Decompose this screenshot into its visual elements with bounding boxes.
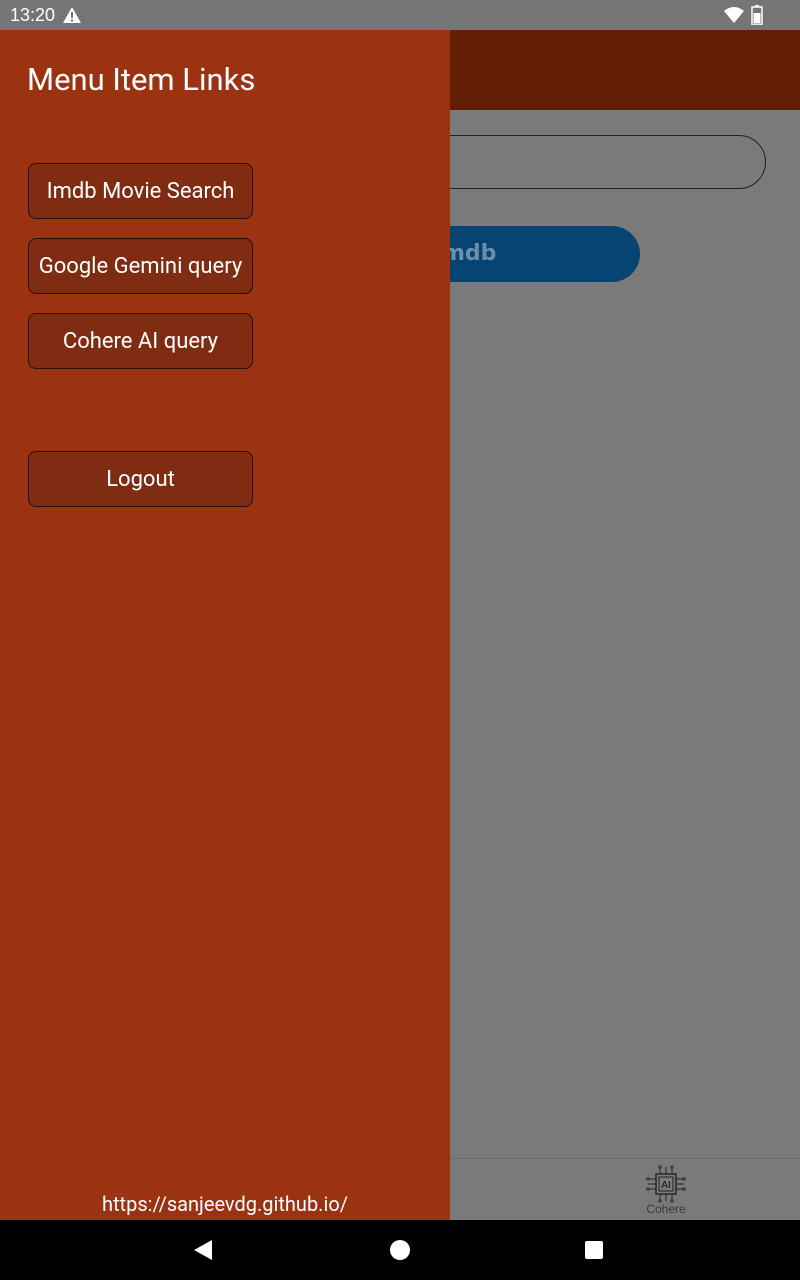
drawer-title: Menu Item Links: [27, 61, 256, 98]
recents-icon[interactable]: [585, 1241, 603, 1259]
logout-button[interactable]: Logout: [28, 451, 253, 507]
nav-item-cohere[interactable]: AI Cohere: [630, 1165, 702, 1219]
status-time: 13:20: [10, 5, 56, 25]
footer-link[interactable]: https://sanjeevdg.github.io/: [0, 1192, 450, 1216]
google-gemini-query-button[interactable]: Google Gemini query: [28, 238, 253, 294]
nav-item-cohere-label: Cohere: [646, 1202, 686, 1216]
navigation-drawer: Menu Item Links Imdb Movie Search Google…: [0, 30, 450, 1220]
status-bar: 13:20: [0, 0, 800, 30]
svg-text:AI: AI: [661, 1180, 670, 1191]
back-icon[interactable]: [192, 1239, 214, 1261]
warning-icon: [63, 7, 81, 23]
cohere-ai-query-button[interactable]: Cohere AI query: [28, 313, 253, 369]
imdb-search-button-label: mdb: [442, 241, 497, 266]
ai-chip-icon: AI: [646, 1165, 686, 1203]
wifi-icon: [724, 7, 744, 23]
imdb-movie-search-button[interactable]: Imdb Movie Search: [28, 163, 253, 219]
home-icon[interactable]: [390, 1240, 410, 1260]
system-navigation-bar: [0, 1220, 800, 1280]
battery-icon: [751, 5, 763, 25]
